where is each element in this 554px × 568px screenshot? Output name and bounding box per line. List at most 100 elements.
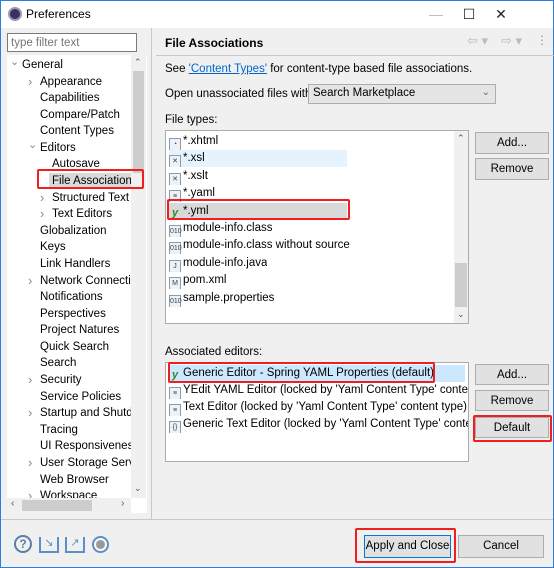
tree-item-label: Appearance — [40, 75, 103, 88]
tree-item-label: Text Editors — [52, 208, 113, 221]
scroll-up-icon[interactable]: ⌃ — [457, 133, 465, 144]
import-icon[interactable]: ↘ — [39, 537, 59, 553]
tree-vertical-scrollbar[interactable]: ⌃ ⌄ — [131, 55, 146, 498]
tree-item-label: Perspectives — [40, 307, 106, 320]
tree-item[interactable]: Tracing — [7, 422, 131, 438]
list-item[interactable]: 010sample.properties — [169, 290, 274, 307]
tree-item-label: Compare/Patch — [40, 108, 120, 121]
list-item-label: *.xsl — [183, 152, 205, 165]
tree-horizontal-scrollbar[interactable]: ‹ › — [7, 498, 131, 513]
tree-item[interactable]: ⌄ Editors — [7, 140, 131, 156]
chevron-down-icon[interactable]: ⌄ — [10, 57, 19, 70]
editor-add-button[interactable]: Add... — [475, 364, 549, 385]
list-item-label: Generic Text Editor (locked by 'Yaml Con… — [183, 418, 468, 430]
content-types-link[interactable]: 'Content Types' — [189, 63, 267, 75]
tree-item-label: Tracing — [40, 423, 78, 436]
tree-item-label: Keys — [40, 241, 66, 254]
list-item[interactable]: {} Generic Text Editor (locked by 'Yaml C… — [169, 416, 468, 433]
filter-input[interactable] — [7, 33, 137, 52]
html-file-icon: ◔ — [169, 138, 181, 150]
help-icon[interactable]: ? — [14, 535, 32, 553]
scroll-right-icon[interactable]: › — [121, 498, 124, 509]
tree-item[interactable]: UI Responsiveness — [7, 438, 131, 454]
highlight-default-button — [473, 415, 552, 442]
dropdown-value: Search Marketplace — [313, 87, 416, 99]
tree-item[interactable]: ⌄ General — [7, 57, 131, 73]
tree-item[interactable]: › Text Editors — [7, 206, 131, 222]
list-item[interactable]: Jmodule-info.java — [169, 255, 267, 272]
scroll-left-icon[interactable]: ‹ — [11, 498, 14, 509]
chevron-right-icon[interactable]: › — [28, 372, 32, 388]
list-item[interactable]: 010module-info.class — [169, 220, 272, 237]
back-icon[interactable]: ⇦ ▾ — [467, 33, 488, 49]
file-types-list[interactable]: ◔ *.xhtml ✕ *.xsl ✕ *.xslt ≡ *.yaml y *.yml 010mod… — [165, 130, 469, 324]
tree-item[interactable]: Keys — [7, 239, 131, 255]
tree-item[interactable]: Web Browser — [7, 472, 131, 488]
list-item[interactable]: ✕ *.xslt — [169, 168, 208, 185]
tree-item-label: Service Policies — [40, 390, 122, 403]
cancel-button[interactable]: Cancel — [458, 535, 544, 558]
file-types-scrollbar[interactable]: ⌃ ⌄ — [454, 131, 468, 323]
list-item[interactable]: 010module-info.class without source — [169, 237, 350, 255]
tree-item[interactable]: Search — [7, 355, 131, 371]
scroll-down-icon[interactable]: ⌄ — [134, 483, 142, 494]
scroll-down-icon[interactable]: ⌄ — [457, 309, 465, 320]
chevron-down-icon[interactable]: ⌄ — [28, 140, 37, 153]
scroll-thumb[interactable] — [22, 500, 92, 511]
scroll-thumb[interactable] — [133, 71, 144, 173]
open-unassociated-dropdown[interactable]: Search Marketplace ⌄ — [308, 84, 496, 104]
chevron-right-icon[interactable]: › — [28, 405, 32, 421]
tree-item[interactable]: › Appearance — [7, 74, 131, 90]
tree-item-label: UI Responsiveness — [40, 440, 131, 453]
tree-item-label: Security — [40, 374, 82, 387]
tree-item[interactable]: Compare/Patch — [7, 107, 131, 123]
chevron-right-icon[interactable]: › — [40, 190, 44, 206]
tree-item-label: Web Browser — [40, 473, 109, 486]
tree-item[interactable]: Quick Search — [7, 339, 131, 355]
export-icon[interactable]: ↗ — [65, 537, 85, 553]
tree-item[interactable]: Notifications — [7, 289, 131, 305]
list-item[interactable]: ✕ *.xsl — [169, 150, 347, 168]
tree-item[interactable]: Service Policies — [7, 389, 131, 405]
tree-item[interactable]: Capabilities — [7, 90, 131, 106]
pane-divider[interactable] — [151, 28, 152, 520]
list-item[interactable]: ◔ *.xhtml — [169, 133, 218, 150]
tree-item[interactable]: › User Storage Servic — [7, 455, 131, 471]
tree-item[interactable]: Content Types — [7, 123, 131, 139]
tree-item-label: Content Types — [40, 125, 114, 138]
chevron-right-icon[interactable]: › — [40, 206, 44, 222]
maximize-button[interactable]: ☐ — [454, 5, 484, 23]
close-button[interactable]: ✕ — [486, 5, 516, 23]
list-item[interactable]: ≡ Text Editor (locked by 'Yaml Content Ty… — [169, 399, 467, 416]
xsl-file-icon: ✕ — [169, 155, 181, 168]
record-icon[interactable] — [92, 536, 109, 553]
tree-item[interactable]: › Security — [7, 372, 131, 388]
tree-item[interactable]: Project Natures — [7, 322, 131, 338]
tree-item-label: Notifications — [40, 291, 103, 304]
tree-item[interactable]: Perspectives — [7, 306, 131, 322]
minimize-button[interactable]: — — [421, 5, 451, 23]
tree-item-label: Capabilities — [40, 92, 100, 105]
tree-item[interactable]: › Startup and Shutdo — [7, 405, 131, 421]
editor-remove-button[interactable]: Remove — [475, 390, 549, 411]
file-type-remove-button[interactable]: Remove — [475, 158, 549, 180]
java-file-icon: J — [169, 259, 181, 272]
tree-item[interactable]: › Network Connectio — [7, 273, 131, 289]
menu-icon[interactable]: ⋮ — [536, 33, 548, 47]
scroll-thumb[interactable] — [455, 263, 467, 307]
chevron-right-icon[interactable]: › — [28, 455, 32, 471]
page-title: File Associations — [165, 36, 264, 50]
list-item[interactable]: ≡ YEdit YAML Editor (locked by 'Yaml Cont… — [169, 382, 468, 399]
chevron-right-icon[interactable]: › — [28, 273, 32, 289]
title-bar: Preferences — ☐ ✕ — [1, 1, 553, 28]
preferences-window: Preferences — ☐ ✕ ⌄General›AppearanceCap… — [0, 0, 554, 568]
tree-item[interactable]: Globalization — [7, 223, 131, 239]
scroll-up-icon[interactable]: ⌃ — [134, 57, 142, 68]
list-item[interactable]: Mpom.xml — [169, 272, 226, 290]
tree-item-label: Quick Search — [40, 340, 110, 353]
tree-item[interactable]: Link Handlers — [7, 256, 131, 272]
file-type-add-button[interactable]: Add... — [475, 132, 549, 154]
forward-icon[interactable]: ⇨ ▾ — [501, 33, 522, 49]
chevron-right-icon[interactable]: › — [28, 74, 32, 90]
tree-item[interactable]: › Structured Text E — [7, 190, 131, 206]
